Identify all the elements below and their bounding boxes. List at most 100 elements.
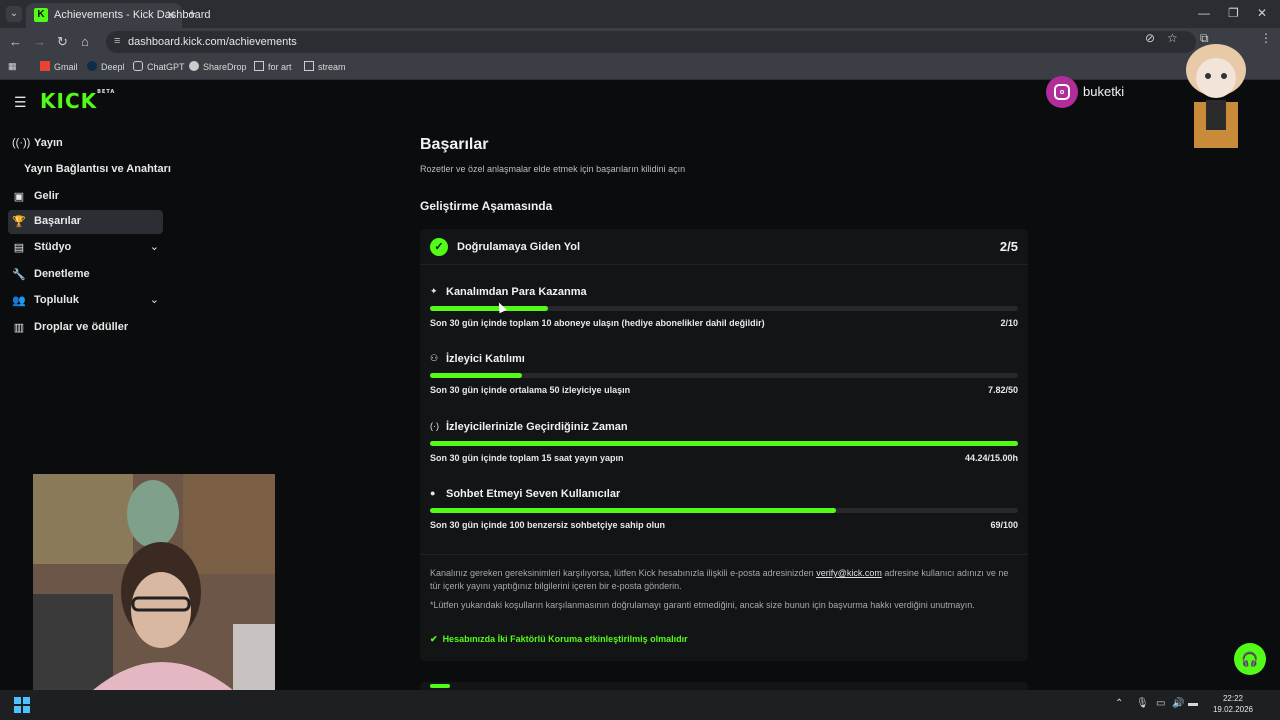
kick-favicon-icon: K (34, 8, 48, 22)
hamburger-menu-icon[interactable]: ☰ (14, 94, 27, 111)
bookmark-chatgpt[interactable]: ChatGPT (133, 61, 185, 72)
page-title: Başarılar (420, 136, 489, 153)
chevron-down-icon[interactable]: ⌄ (150, 293, 159, 306)
achievement-value: 2/10 (1000, 318, 1018, 328)
bookmark-gmail[interactable]: Gmail (40, 61, 78, 72)
achievement-item: (·) İzleyicilerinizle Geçirdiğiniz Zaman… (430, 421, 1018, 481)
kick-logo[interactable]: KICKBETA (40, 89, 115, 113)
progress-fill (430, 508, 836, 513)
chatgpt-icon (133, 61, 143, 71)
bookmark-sharedrop[interactable]: ShareDrop (189, 61, 247, 72)
bookmark-for-art[interactable]: for art (254, 61, 292, 72)
sidebar-item-label: Stüdyo (34, 241, 72, 253)
new-tab-icon[interactable]: + (188, 5, 196, 21)
checkmark-icon: ✔ (430, 634, 438, 644)
apps-grid-icon[interactable]: ▦ (8, 61, 17, 72)
instagram-icon (1046, 76, 1078, 108)
instagram-handle: buketki (1083, 84, 1125, 99)
verification-notes: Kanalınız gereken gereksinimleri karşılı… (420, 554, 1028, 661)
taskbar: ⌃ 🎙 ▭ 🔊 ▬ 22:22 19.02.2026 (0, 690, 1280, 720)
battery-icon[interactable]: ▬ (1188, 698, 1198, 709)
close-tab-icon[interactable]: ✕ (166, 8, 176, 22)
clock-time: 22:22 (1222, 694, 1244, 703)
progress-fill (430, 306, 548, 311)
sidebar-item-studyo[interactable]: ▤ Stüdyo ⌄ (8, 236, 163, 260)
sidebar-subitem-stream-key[interactable]: Yayın Bağlantısı ve Anahtarı (24, 163, 171, 175)
card-title: Doğrulamaya Giden Yol (457, 241, 581, 253)
windows-start-icon[interactable] (14, 697, 30, 713)
reload-icon[interactable]: ↻ (57, 34, 68, 50)
progress-track (430, 441, 1018, 446)
url-input[interactable]: ≡ dashboard.kick.com/achievements (106, 31, 1196, 53)
folder-icon (304, 61, 314, 71)
badge-bar (430, 684, 450, 688)
home-icon[interactable]: ⌂ (81, 34, 89, 49)
url-text: dashboard.kick.com/achievements (128, 36, 297, 48)
chat-bubble-icon: ● (430, 488, 436, 498)
vtuber-avatar-image (1186, 44, 1246, 148)
section-title: Geliştirme Aşamasında (420, 199, 553, 213)
sidebar-item-label: Gelir (34, 190, 60, 202)
card-header[interactable]: ✓ Doğrulamaya Giden Yol 2/5 (420, 229, 1028, 265)
tab-search-icon[interactable]: ⌄ (6, 6, 22, 22)
close-window-icon[interactable]: ✕ (1257, 6, 1267, 20)
bookmark-stream[interactable]: stream (304, 61, 346, 72)
sidebar-item-label: Yayın (34, 137, 63, 149)
achievement-item: ⚇ İzleyici Katılımı Son 30 gün içinde or… (430, 353, 1018, 413)
browser-menu-icon[interactable]: ⋮ (1260, 31, 1272, 45)
bookmark-star-icon[interactable]: ☆ (1167, 31, 1178, 45)
verify-email-link[interactable]: verify@kick.com (816, 568, 882, 578)
chevron-down-icon[interactable]: ⌄ (150, 240, 159, 253)
progress-fill (430, 441, 1018, 446)
sidebar-item-label: Başarılar (34, 215, 82, 227)
bookmark-deepl[interactable]: Deepl (87, 61, 125, 72)
browser-tab-bar: ⌄ K Achievements - Kick Dashboard ✕ + — … (0, 0, 1280, 28)
revenue-icon: ▣ (13, 191, 25, 203)
viewers-icon: ⚇ (430, 353, 439, 363)
deepl-icon (87, 61, 97, 71)
verification-instructions: Kanalınız gereken gereksinimleri karşılı… (430, 568, 1009, 591)
gmail-icon (40, 61, 50, 71)
progress-track (430, 508, 1018, 513)
browser-tab[interactable]: K Achievements - Kick Dashboard ✕ (26, 3, 211, 28)
card-progress-count: 2/5 (999, 239, 1018, 254)
progress-fill (430, 373, 522, 378)
maximize-icon[interactable]: ❐ (1228, 6, 1239, 20)
taskbar-clock[interactable]: 22:22 19.02.2026 (1208, 693, 1258, 715)
achievement-description: Son 30 gün içinde toplam 15 saat yayın y… (430, 453, 624, 463)
clock-date: 19.02.2026 (1212, 705, 1254, 714)
sparkle-icon: ✦ (430, 286, 438, 296)
folder-icon (254, 61, 264, 71)
page-subtitle: Rozetler ve özel anlaşmalar elde etmek i… (420, 164, 686, 174)
achievement-value: 69/100 (990, 520, 1018, 530)
studio-icon: ▤ (13, 242, 25, 254)
achievement-value: 44.24/15.00h (964, 453, 1018, 463)
sidebar-item-topluluk[interactable]: 👥 Topluluk ⌄ (8, 289, 163, 313)
sidebar-item-denetleme[interactable]: 🔧 Denetleme (8, 263, 163, 287)
tray-chevron-icon[interactable]: ⌃ (1115, 698, 1123, 709)
achievement-description: Son 30 gün içinde toplam 10 aboneye ulaş… (430, 318, 765, 328)
achievement-card: ✓ Doğrulamaya Giden Yol 2/5 ✦ Kanalımdan… (420, 229, 1028, 661)
volume-icon[interactable]: 🔊 (1172, 698, 1184, 709)
progress-track (430, 373, 1018, 378)
sidebar-item-basarilar[interactable]: 🏆 Başarılar (8, 210, 163, 234)
sidebar-item-label: Droplar ve ödüller (34, 321, 129, 333)
achievement-title: İzleyici Katılımı (446, 353, 525, 365)
verified-badge-icon: ✓ (430, 238, 448, 256)
site-info-icon[interactable]: ≡ (114, 35, 120, 47)
progress-track (430, 306, 1018, 311)
achievement-title: İzleyicilerinizle Geçirdiğiniz Zaman (446, 421, 628, 433)
sidebar-item-yayin[interactable]: ((·)) Yayın (8, 132, 163, 156)
minimize-icon[interactable]: — (1198, 6, 1210, 20)
sidebar-item-label: Topluluk (34, 294, 80, 306)
sidebar-item-droplar[interactable]: ▥ Droplar ve ödüller (8, 316, 163, 340)
bookmarks-bar: ▦ Gmail Deepl ChatGPT ShareDrop for art … (0, 56, 1280, 80)
forward-icon[interactable]: → (33, 34, 46, 49)
help-chat-button[interactable]: 🎧 (1234, 643, 1266, 675)
microphone-icon[interactable]: 🎙 (1136, 698, 1149, 709)
no-tracking-icon[interactable]: ⊘ (1145, 31, 1155, 45)
back-icon[interactable]: ← (9, 34, 22, 49)
sidebar-item-gelir[interactable]: ▣ Gelir (8, 185, 163, 209)
broadcast-icon: (·) (430, 421, 439, 431)
network-icon[interactable]: ▭ (1156, 698, 1165, 709)
